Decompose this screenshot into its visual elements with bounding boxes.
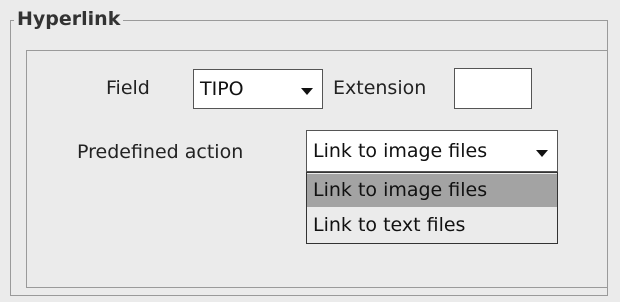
extension-label: Extension (333, 77, 427, 99)
dropdown-option-image-files[interactable]: Link to image files (307, 174, 557, 207)
predefined-action-label: Predefined action (77, 141, 244, 163)
chevron-down-icon[interactable] (301, 88, 313, 95)
field-label: Field (106, 77, 150, 99)
dropdown-option-text-files[interactable]: Link to text files (307, 209, 557, 242)
field-combobox-value: TIPO (200, 78, 244, 100)
groupbox-title: Hyperlink (14, 7, 124, 31)
extension-input[interactable] (454, 68, 532, 109)
predefined-action-combobox-value: Link to image files (313, 140, 488, 162)
field-combobox[interactable]: TIPO (193, 69, 323, 109)
predefined-action-dropdown-list: Link to image files Link to text files (306, 172, 558, 244)
predefined-action-combobox[interactable]: Link to image files (306, 130, 558, 172)
hyperlink-panel: Hyperlink Field TIPO Extension Predefine… (0, 0, 620, 302)
chevron-down-icon[interactable] (536, 150, 548, 157)
